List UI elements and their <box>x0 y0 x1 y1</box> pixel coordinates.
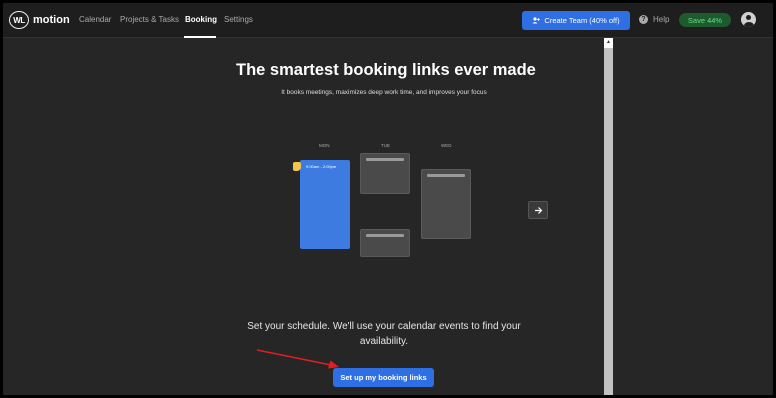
setup-booking-links-button[interactable]: Set up my booking links <box>333 368 434 387</box>
day-label-mon: MON <box>319 143 330 148</box>
create-team-label: Create Team (40% off) <box>544 16 620 25</box>
help-icon[interactable]: ? <box>639 15 648 24</box>
nav-settings[interactable]: Settings <box>224 15 253 24</box>
event-card-tue-1 <box>360 153 410 194</box>
create-team-button[interactable]: Create Team (40% off) <box>522 11 630 30</box>
page-title: The smartest booking links ever made <box>236 61 536 79</box>
day-label-wed: WED <box>441 143 452 148</box>
next-arrow-button[interactable] <box>528 201 548 219</box>
active-tab-indicator <box>184 36 216 38</box>
event-card-tue-2 <box>360 229 410 257</box>
user-plus-icon <box>532 17 541 24</box>
app-window: WL motion Calendar Projects & Tasks Book… <box>3 3 773 395</box>
scrollbar-thumb[interactable] <box>604 48 613 395</box>
nav-projects-tasks[interactable]: Projects & Tasks <box>120 15 179 24</box>
cursor-hand-icon <box>293 162 301 171</box>
scroll-up-button[interactable]: ▲ <box>604 38 613 47</box>
event-card-mon: 9:00am - 2:00pm <box>300 160 350 249</box>
nav-calendar[interactable]: Calendar <box>79 15 111 24</box>
help-link[interactable]: Help <box>653 15 669 24</box>
event-card-wed <box>421 169 471 239</box>
event-time: 9:00am - 2:00pm <box>306 164 337 169</box>
save-badge[interactable]: Save 44% <box>679 13 731 27</box>
schedule-description: Set your schedule. We'll use your calend… <box>247 321 521 347</box>
arrow-right-icon <box>534 206 542 214</box>
motion-logo[interactable]: WL <box>9 11 29 29</box>
top-nav: WL motion Calendar Projects & Tasks Book… <box>3 3 773 38</box>
brand-name: motion <box>33 14 70 26</box>
nav-booking[interactable]: Booking <box>185 15 217 24</box>
day-label-tue: TUE <box>381 143 390 148</box>
annotation-arrow <box>256 349 339 369</box>
page-subtitle: It books meetings, maximizes deep work t… <box>281 89 487 96</box>
avatar-icon[interactable] <box>741 12 756 27</box>
